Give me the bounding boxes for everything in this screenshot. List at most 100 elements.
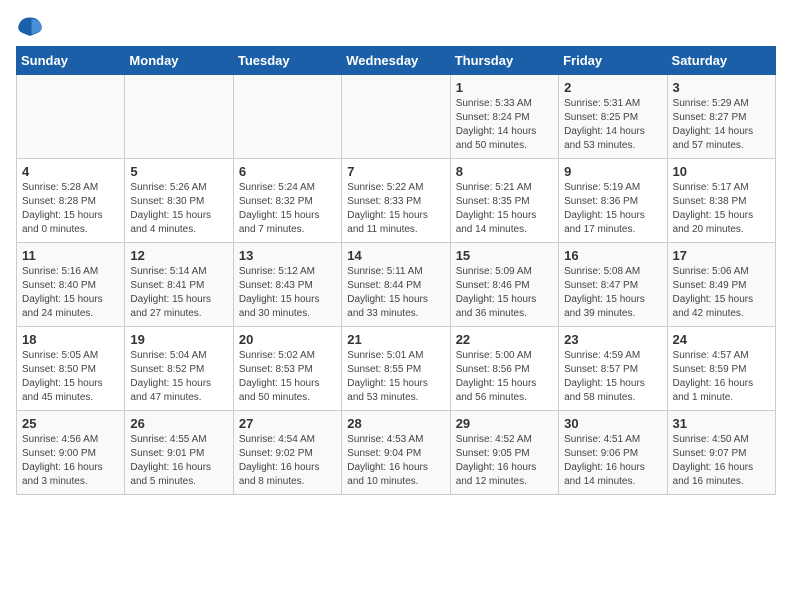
calendar-cell: 19 Sunrise: 5:04 AM Sunset: 8:52 PM Dayli… — [125, 327, 233, 411]
weekday-header: Friday — [559, 47, 667, 75]
day-number: 26 — [130, 416, 227, 431]
page-header — [16, 16, 776, 36]
calendar-week-row: 1 Sunrise: 5:33 AM Sunset: 8:24 PM Daylig… — [17, 75, 776, 159]
calendar-cell: 16Sunrise: 5:08 AM Sunset: 8:47 PM Dayli… — [559, 243, 667, 327]
day-info: Sunrise: 5:19 AM Sunset: 8:36 PM Dayligh… — [564, 181, 661, 237]
day-info: Sunrise: 5:05 AM Sunset: 8:50 PM Dayligh… — [22, 349, 119, 405]
day-info: Sunrise: 5:28 AM Sunset: 8:28 PM Dayligh… — [22, 181, 119, 237]
day-info: Sunrise: 5:12 AM Sunset: 8:43 PM Dayligh… — [239, 265, 336, 321]
day-number: 27 — [239, 416, 336, 431]
calendar-cell: 1 Sunrise: 5:33 AM Sunset: 8:24 PM Daylig… — [450, 75, 558, 159]
weekday-header: Monday — [125, 47, 233, 75]
day-info: Sunrise: 4:57 AM Sunset: 8:59 PM Dayligh… — [673, 349, 770, 405]
calendar-table: SundayMondayTuesdayWednesdayThursdayFrid… — [16, 46, 776, 495]
calendar-cell: 12 Sunrise: 5:14 AM Sunset: 8:41 PM Dayli… — [125, 243, 233, 327]
calendar-cell: 28 Sunrise: 4:53 AM Sunset: 9:04 PM Dayli… — [342, 411, 450, 495]
day-info: Sunrise: 5:08 AM Sunset: 8:47 PM Dayligh… — [564, 265, 661, 321]
calendar-cell: 20 Sunrise: 5:02 AM Sunset: 8:53 PM Dayli… — [233, 327, 341, 411]
day-info: Sunrise: 5:24 AM Sunset: 8:32 PM Dayligh… — [239, 181, 336, 237]
day-info: Sunrise: 5:06 AM Sunset: 8:49 PM Dayligh… — [673, 265, 770, 321]
calendar-cell — [17, 75, 125, 159]
weekday-header: Saturday — [667, 47, 775, 75]
day-info: Sunrise: 4:51 AM Sunset: 9:06 PM Dayligh… — [564, 433, 661, 489]
day-number: 5 — [130, 164, 227, 179]
day-info: Sunrise: 5:33 AM Sunset: 8:24 PM Dayligh… — [456, 97, 553, 153]
day-number: 4 — [22, 164, 119, 179]
day-number: 18 — [22, 332, 119, 347]
day-info: Sunrise: 5:21 AM Sunset: 8:35 PM Dayligh… — [456, 181, 553, 237]
day-number: 29 — [456, 416, 553, 431]
day-info: Sunrise: 5:29 AM Sunset: 8:27 PM Dayligh… — [673, 97, 770, 153]
day-number: 10 — [673, 164, 770, 179]
calendar-cell: 9 Sunrise: 5:19 AM Sunset: 8:36 PM Daylig… — [559, 159, 667, 243]
calendar-cell: 26Sunrise: 4:55 AM Sunset: 9:01 PM Dayli… — [125, 411, 233, 495]
calendar-week-row: 4 Sunrise: 5:28 AM Sunset: 8:28 PM Daylig… — [17, 159, 776, 243]
day-number: 28 — [347, 416, 444, 431]
day-number: 12 — [130, 248, 227, 263]
day-info: Sunrise: 5:00 AM Sunset: 8:56 PM Dayligh… — [456, 349, 553, 405]
calendar-cell: 27 Sunrise: 4:54 AM Sunset: 9:02 PM Dayli… — [233, 411, 341, 495]
day-info: Sunrise: 4:52 AM Sunset: 9:05 PM Dayligh… — [456, 433, 553, 489]
weekday-header: Thursday — [450, 47, 558, 75]
day-number: 3 — [673, 80, 770, 95]
weekday-header: Sunday — [17, 47, 125, 75]
day-number: 30 — [564, 416, 661, 431]
calendar-cell: 3 Sunrise: 5:29 AM Sunset: 8:27 PM Daylig… — [667, 75, 775, 159]
calendar-cell: 23Sunrise: 4:59 AM Sunset: 8:57 PM Dayli… — [559, 327, 667, 411]
day-info: Sunrise: 5:31 AM Sunset: 8:25 PM Dayligh… — [564, 97, 661, 153]
calendar-header-row: SundayMondayTuesdayWednesdayThursdayFrid… — [17, 47, 776, 75]
day-info: Sunrise: 5:16 AM Sunset: 8:40 PM Dayligh… — [22, 265, 119, 321]
calendar-cell: 17 Sunrise: 5:06 AM Sunset: 8:49 PM Dayli… — [667, 243, 775, 327]
day-number: 25 — [22, 416, 119, 431]
day-info: Sunrise: 4:50 AM Sunset: 9:07 PM Dayligh… — [673, 433, 770, 489]
calendar-cell: 7 Sunrise: 5:22 AM Sunset: 8:33 PM Daylig… — [342, 159, 450, 243]
calendar-cell: 25Sunrise: 4:56 AM Sunset: 9:00 PM Dayli… — [17, 411, 125, 495]
day-number: 7 — [347, 164, 444, 179]
calendar-week-row: 18 Sunrise: 5:05 AM Sunset: 8:50 PM Dayli… — [17, 327, 776, 411]
day-info: Sunrise: 4:53 AM Sunset: 9:04 PM Dayligh… — [347, 433, 444, 489]
day-info: Sunrise: 5:22 AM Sunset: 8:33 PM Dayligh… — [347, 181, 444, 237]
calendar-cell: 8 Sunrise: 5:21 AM Sunset: 8:35 PM Daylig… — [450, 159, 558, 243]
logo-icon — [16, 16, 44, 36]
calendar-cell: 31 Sunrise: 4:50 AM Sunset: 9:07 PM Dayli… — [667, 411, 775, 495]
day-info: Sunrise: 5:26 AM Sunset: 8:30 PM Dayligh… — [130, 181, 227, 237]
day-number: 1 — [456, 80, 553, 95]
day-number: 11 — [22, 248, 119, 263]
day-number: 6 — [239, 164, 336, 179]
day-info: Sunrise: 5:09 AM Sunset: 8:46 PM Dayligh… — [456, 265, 553, 321]
weekday-header: Tuesday — [233, 47, 341, 75]
calendar-cell — [342, 75, 450, 159]
day-number: 17 — [673, 248, 770, 263]
calendar-cell: 4 Sunrise: 5:28 AM Sunset: 8:28 PM Daylig… — [17, 159, 125, 243]
logo — [16, 16, 48, 36]
day-info: Sunrise: 5:14 AM Sunset: 8:41 PM Dayligh… — [130, 265, 227, 321]
day-number: 21 — [347, 332, 444, 347]
calendar-cell: 21Sunrise: 5:01 AM Sunset: 8:55 PM Dayli… — [342, 327, 450, 411]
day-info: Sunrise: 4:59 AM Sunset: 8:57 PM Dayligh… — [564, 349, 661, 405]
calendar-cell: 11 Sunrise: 5:16 AM Sunset: 8:40 PM Dayli… — [17, 243, 125, 327]
calendar-cell: 30 Sunrise: 4:51 AM Sunset: 9:06 PM Dayli… — [559, 411, 667, 495]
calendar-cell: 14Sunrise: 5:11 AM Sunset: 8:44 PM Dayli… — [342, 243, 450, 327]
calendar-cell — [233, 75, 341, 159]
calendar-cell: 24Sunrise: 4:57 AM Sunset: 8:59 PM Dayli… — [667, 327, 775, 411]
calendar-cell: 2 Sunrise: 5:31 AM Sunset: 8:25 PM Daylig… — [559, 75, 667, 159]
calendar-cell: 10Sunrise: 5:17 AM Sunset: 8:38 PM Dayli… — [667, 159, 775, 243]
day-number: 20 — [239, 332, 336, 347]
calendar-cell: 15Sunrise: 5:09 AM Sunset: 8:46 PM Dayli… — [450, 243, 558, 327]
calendar-cell: 13Sunrise: 5:12 AM Sunset: 8:43 PM Dayli… — [233, 243, 341, 327]
day-info: Sunrise: 5:04 AM Sunset: 8:52 PM Dayligh… — [130, 349, 227, 405]
calendar-week-row: 11 Sunrise: 5:16 AM Sunset: 8:40 PM Dayli… — [17, 243, 776, 327]
day-number: 2 — [564, 80, 661, 95]
calendar-cell: 18 Sunrise: 5:05 AM Sunset: 8:50 PM Dayli… — [17, 327, 125, 411]
calendar-cell — [125, 75, 233, 159]
day-number: 8 — [456, 164, 553, 179]
calendar-cell: 5 Sunrise: 5:26 AM Sunset: 8:30 PM Daylig… — [125, 159, 233, 243]
day-info: Sunrise: 5:02 AM Sunset: 8:53 PM Dayligh… — [239, 349, 336, 405]
day-info: Sunrise: 5:11 AM Sunset: 8:44 PM Dayligh… — [347, 265, 444, 321]
day-number: 31 — [673, 416, 770, 431]
day-number: 19 — [130, 332, 227, 347]
day-info: Sunrise: 4:54 AM Sunset: 9:02 PM Dayligh… — [239, 433, 336, 489]
calendar-cell: 6 Sunrise: 5:24 AM Sunset: 8:32 PM Daylig… — [233, 159, 341, 243]
weekday-header: Wednesday — [342, 47, 450, 75]
day-number: 9 — [564, 164, 661, 179]
